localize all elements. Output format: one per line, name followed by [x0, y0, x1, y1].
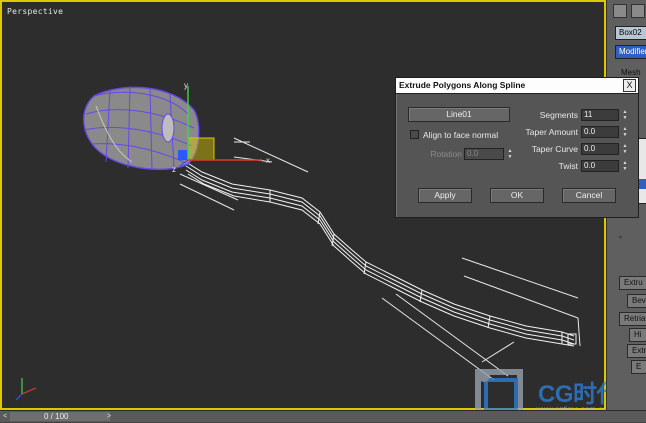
- selected-face-marker: [178, 150, 188, 160]
- taper-amount-spinner[interactable]: 0.0 ▲ ▼: [581, 126, 631, 138]
- rotation-label: Rotation: [430, 149, 462, 159]
- bevel-button[interactable]: Beve: [627, 294, 646, 308]
- modifier-list-dropdown[interactable]: Modifier: [615, 45, 646, 59]
- extrude-button[interactable]: Extru: [619, 276, 646, 290]
- taper-curve-value[interactable]: 0.0: [581, 143, 619, 155]
- taper-curve-spinner-arrows[interactable]: ▲ ▼: [621, 143, 629, 155]
- align-normal-label: Align to face normal: [423, 130, 499, 140]
- align-normal-checkbox[interactable]: [410, 130, 419, 139]
- twist-spinner-arrows[interactable]: ▲ ▼: [621, 160, 629, 172]
- taper-curve-label: Taper Curve: [531, 144, 578, 154]
- mouse-model: [83, 85, 200, 171]
- retriangulate-button[interactable]: Retriar: [619, 312, 646, 326]
- rotation-spinner[interactable]: 0.0 ▲ ▼: [464, 148, 514, 160]
- twist-spinner[interactable]: 0.0 ▲ ▼: [581, 160, 631, 172]
- segments-spinner-arrows[interactable]: ▲ ▼: [621, 109, 629, 121]
- modify-tab-icon[interactable]: [631, 4, 645, 18]
- pick-spline-button[interactable]: Line01: [408, 107, 510, 122]
- cancel-button[interactable]: Cancel: [562, 188, 616, 203]
- dialog-title-bar[interactable]: Extrude Polygons Along Spline X: [396, 78, 638, 94]
- gizmo-y-label: y: [184, 81, 188, 90]
- dialog-title: Extrude Polygons Along Spline: [399, 80, 526, 90]
- twist-label: Twist: [558, 161, 578, 171]
- create-tab-icon[interactable]: [613, 4, 627, 18]
- extrude-along-spline-button[interactable]: Extr: [627, 344, 646, 358]
- hinge-button[interactable]: Hi: [629, 328, 646, 342]
- rollout-toggle[interactable]: -: [619, 232, 622, 241]
- twist-value[interactable]: 0.0: [581, 160, 619, 172]
- gizmo-z-label: z: [172, 165, 176, 174]
- edit-button[interactable]: E: [631, 360, 646, 374]
- object-name-field[interactable]: Box02: [615, 26, 646, 40]
- time-slider-bar: < 0 / 100 >: [0, 410, 646, 422]
- taper-curve-spinner[interactable]: 0.0 ▲ ▼: [581, 143, 631, 155]
- world-axis-tripod: [15, 378, 37, 401]
- taper-amount-label: Taper Amount: [525, 127, 578, 137]
- time-prev-button[interactable]: <: [0, 412, 10, 421]
- mouse-scroll-wheel: [161, 113, 175, 143]
- dialog-close-button[interactable]: X: [623, 79, 636, 92]
- ok-button[interactable]: OK: [490, 188, 544, 203]
- apply-button[interactable]: Apply: [418, 188, 472, 203]
- time-slider[interactable]: 0 / 100: [10, 412, 110, 421]
- mesh-label: Mesh: [621, 68, 641, 77]
- rotation-value[interactable]: 0.0: [464, 148, 504, 160]
- gizmo-x-label: x: [266, 156, 270, 165]
- segments-label: Segments: [539, 110, 578, 120]
- segments-spinner[interactable]: 11 ▲ ▼: [581, 109, 631, 121]
- taper-amount-value[interactable]: 0.0: [581, 126, 619, 138]
- taper-amount-spinner-arrows[interactable]: ▲ ▼: [621, 126, 629, 138]
- segments-value[interactable]: 11: [581, 109, 619, 121]
- extrude-along-spline-dialog: Extrude Polygons Along Spline X Line01 A…: [395, 77, 639, 218]
- rotation-spinner-arrows[interactable]: ▲ ▼: [506, 148, 514, 160]
- time-next-button[interactable]: >: [104, 412, 114, 421]
